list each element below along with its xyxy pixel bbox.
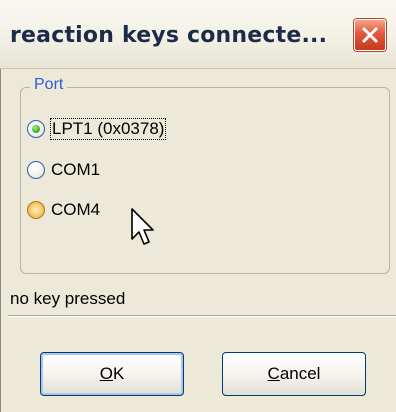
radio-option-com4[interactable]: COM4: [27, 197, 100, 223]
radio-selected-icon[interactable]: [27, 120, 45, 138]
radio-selected-dot: [32, 125, 40, 133]
cancel-button[interactable]: Cancel: [222, 352, 366, 396]
close-button[interactable]: [354, 19, 386, 51]
ok-button-mnemonic: O: [99, 364, 113, 383]
radio-option-lpt1[interactable]: LPT1 (0x0378): [27, 116, 167, 142]
title-bar[interactable]: reaction keys connecte...: [0, 0, 396, 69]
radio-label-lpt1[interactable]: LPT1 (0x0378): [49, 118, 167, 140]
mouse-pointer-icon: [131, 208, 154, 245]
separator-line: [8, 315, 396, 317]
radio-unselected-icon[interactable]: [27, 201, 45, 219]
radio-unselected-icon[interactable]: [27, 161, 45, 179]
radio-label-com4[interactable]: COM4: [51, 200, 100, 220]
cancel-button-label-rest: ancel: [279, 364, 321, 383]
window-title: reaction keys connecte...: [10, 23, 328, 48]
status-text: no key pressed: [10, 289, 126, 308]
port-group-legend: Port: [30, 76, 68, 94]
cancel-button-mnemonic: C: [267, 364, 280, 383]
window-left-border: [0, 69, 8, 412]
ok-button[interactable]: OK: [40, 352, 184, 396]
close-icon: [362, 27, 378, 43]
ok-button-label-rest: K: [112, 364, 125, 383]
radio-label-com1[interactable]: COM1: [51, 160, 100, 180]
radio-option-com1[interactable]: COM1: [27, 157, 100, 183]
dialog-window: reaction keys connecte... Port LPT1 (0x0…: [0, 0, 396, 412]
